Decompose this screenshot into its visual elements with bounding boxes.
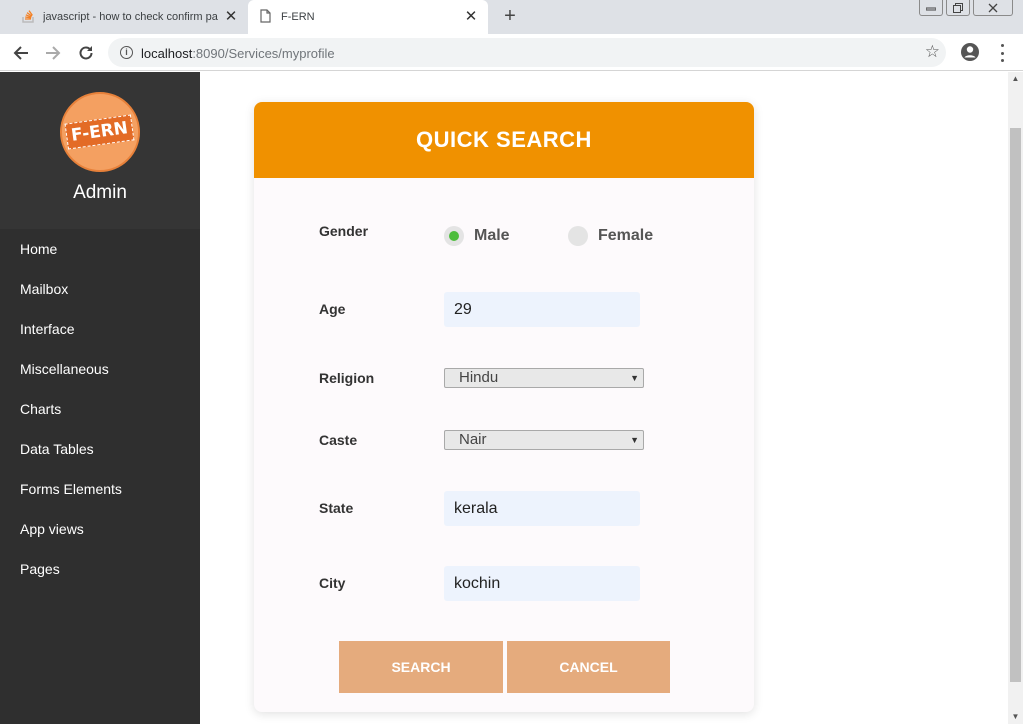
dropdown-arrow-icon: ▼ bbox=[630, 435, 639, 445]
new-tab-icon[interactable]: + bbox=[500, 6, 520, 26]
url-text: localhost:8090/Services/myprofile bbox=[141, 46, 335, 61]
minimize-icon[interactable] bbox=[919, 0, 943, 16]
close-tab-icon[interactable]: ✕ bbox=[224, 9, 238, 24]
scroll-down-arrow-icon[interactable]: ▼ bbox=[1008, 710, 1023, 724]
close-window-icon[interactable] bbox=[973, 0, 1013, 16]
gender-label: Gender bbox=[319, 223, 369, 239]
sidebar: F-ERN Admin Home Mailbox Interface Misce… bbox=[0, 72, 200, 724]
sidebar-nav: Home Mailbox Interface Miscellaneous Cha… bbox=[0, 229, 200, 593]
sidebar-item-charts[interactable]: Charts bbox=[0, 393, 200, 433]
page-icon bbox=[260, 8, 271, 26]
tab-title: F-ERN bbox=[281, 11, 315, 23]
browser-tab-bar: javascript - how to check confirm pa ✕ F… bbox=[0, 0, 1023, 34]
gender-radio-male[interactable]: Male bbox=[444, 226, 510, 246]
card-title: QUICK SEARCH bbox=[416, 127, 592, 152]
state-input[interactable] bbox=[444, 491, 640, 526]
window-controls bbox=[919, 0, 1013, 16]
religion-select[interactable]: Hindu ▼ bbox=[444, 368, 644, 388]
kebab-menu-icon[interactable] bbox=[996, 44, 1008, 62]
radio-label-male: Male bbox=[474, 227, 510, 244]
sidebar-item-home[interactable]: Home bbox=[0, 233, 200, 273]
fern-logo[interactable]: F-ERN bbox=[60, 92, 140, 172]
reload-icon[interactable] bbox=[75, 42, 97, 64]
age-label: Age bbox=[319, 301, 346, 317]
logo-text: F-ERN bbox=[64, 114, 136, 150]
stack-overflow-icon bbox=[22, 9, 35, 26]
sidebar-item-app-views[interactable]: App views bbox=[0, 513, 200, 553]
sidebar-item-pages[interactable]: Pages bbox=[0, 553, 200, 593]
radio-checked-icon[interactable] bbox=[444, 226, 464, 246]
address-bar[interactable]: i localhost:8090/Services/myprofile ☆ bbox=[108, 38, 946, 67]
user-name[interactable]: Admin bbox=[0, 182, 200, 204]
sidebar-item-mailbox[interactable]: Mailbox bbox=[0, 273, 200, 313]
forward-arrow-icon[interactable] bbox=[42, 42, 64, 64]
search-button[interactable]: SEARCH bbox=[339, 641, 503, 693]
cancel-button[interactable]: CANCEL bbox=[507, 641, 670, 693]
browser-tab-fern[interactable]: F-ERN ✕ bbox=[248, 0, 488, 34]
info-icon[interactable]: i bbox=[120, 46, 133, 59]
browser-toolbar: i localhost:8090/Services/myprofile ☆ bbox=[0, 34, 1023, 71]
tab-title: javascript - how to check confirm pa bbox=[43, 11, 218, 23]
bookmark-star-icon[interactable]: ☆ bbox=[925, 42, 940, 62]
radio-unchecked-icon[interactable] bbox=[568, 226, 588, 246]
radio-label-female: Female bbox=[598, 227, 654, 244]
scroll-thumb[interactable] bbox=[1010, 128, 1021, 682]
city-input[interactable] bbox=[444, 566, 640, 601]
back-arrow-icon[interactable] bbox=[10, 42, 32, 64]
religion-selected-value: Hindu bbox=[459, 369, 499, 386]
sidebar-item-miscellaneous[interactable]: Miscellaneous bbox=[0, 353, 200, 393]
quick-search-card: QUICK SEARCH Gender Male Female Age Reli… bbox=[254, 102, 754, 712]
gender-radio-female[interactable]: Female bbox=[568, 226, 653, 246]
age-input[interactable] bbox=[444, 292, 640, 327]
scroll-up-arrow-icon[interactable]: ▲ bbox=[1008, 72, 1023, 86]
caste-select[interactable]: Nair ▼ bbox=[444, 430, 644, 450]
state-label: State bbox=[319, 500, 354, 516]
card-header: QUICK SEARCH bbox=[254, 102, 754, 178]
caste-selected-value: Nair bbox=[459, 431, 487, 448]
sidebar-item-interface[interactable]: Interface bbox=[0, 313, 200, 353]
sidebar-item-forms-elements[interactable]: Forms Elements bbox=[0, 473, 200, 513]
close-tab-icon[interactable]: ✕ bbox=[464, 9, 478, 24]
caste-label: Caste bbox=[319, 432, 358, 448]
profile-block: F-ERN Admin bbox=[0, 72, 200, 229]
page-scrollbar[interactable]: ▲ ▼ bbox=[1008, 72, 1023, 724]
restore-icon[interactable] bbox=[946, 0, 970, 16]
religion-label: Religion bbox=[319, 370, 375, 386]
dropdown-arrow-icon: ▼ bbox=[630, 373, 639, 383]
city-label: City bbox=[319, 575, 346, 591]
account-icon[interactable] bbox=[960, 42, 980, 62]
sidebar-item-data-tables[interactable]: Data Tables bbox=[0, 433, 200, 473]
browser-tab-stackoverflow[interactable]: javascript - how to check confirm pa ✕ bbox=[0, 0, 248, 34]
